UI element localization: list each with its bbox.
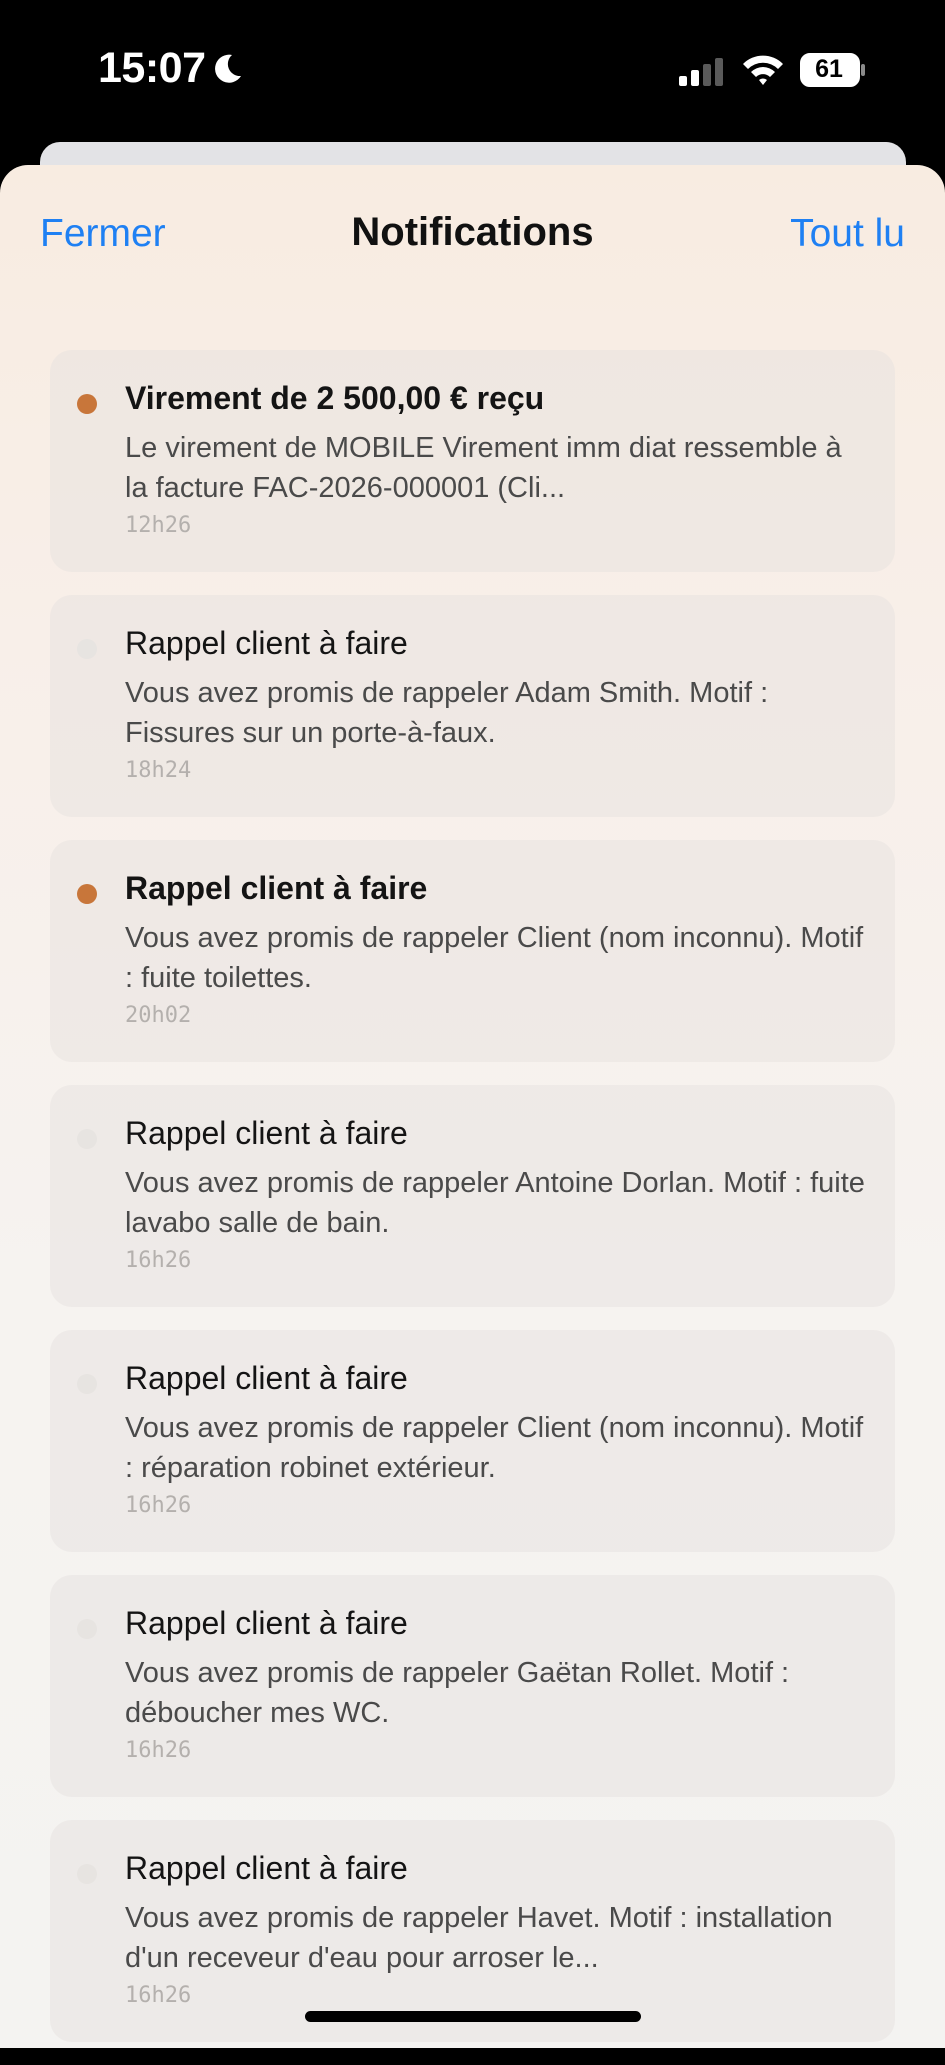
notification-title: Rappel client à faire: [125, 1115, 408, 1151]
wifi-icon: [743, 55, 783, 85]
cellular-signal-icon: [679, 58, 723, 86]
unread-indicator: [77, 884, 97, 904]
read-indicator: [77, 639, 97, 659]
notification-time: 16h26: [125, 1738, 192, 1763]
notification-title: Rappel client à faire: [125, 1360, 408, 1396]
notification-item[interactable]: Rappel client à faire Vous avez promis d…: [50, 1820, 895, 2042]
notification-time: 20h02: [125, 1003, 192, 1028]
notification-item[interactable]: Rappel client à faire Vous avez promis d…: [50, 840, 895, 1062]
mark-all-read-button[interactable]: Tout lu: [790, 212, 905, 256]
notification-title: Rappel client à faire: [125, 1605, 408, 1641]
notification-body: Vous avez promis de rappeler Gaëtan Roll…: [125, 1657, 790, 1729]
notification-body: Vous avez promis de rappeler Adam Smith.…: [125, 677, 769, 749]
notification-item[interactable]: Rappel client à faire Vous avez promis d…: [50, 1085, 895, 1307]
notification-title: Rappel client à faire: [125, 870, 428, 906]
notification-title: Virement de 2 500,00 € reçu: [125, 380, 545, 416]
notification-time: 12h26: [125, 513, 192, 538]
status-bar: 15:07 61: [0, 0, 945, 140]
notification-time: 18h24: [125, 758, 192, 783]
unread-indicator: [77, 394, 97, 414]
battery-level: 61: [815, 55, 843, 83]
notification-body: Vous avez promis de rappeler Client (nom…: [125, 922, 864, 994]
notification-body: Vous avez promis de rappeler Havet. Moti…: [125, 1902, 833, 1974]
read-indicator: [77, 1374, 97, 1394]
read-indicator: [77, 1619, 97, 1639]
notification-time: 16h26: [125, 1493, 192, 1518]
notification-time: 16h26: [125, 1248, 192, 1273]
notification-body: Vous avez promis de rappeler Client (nom…: [125, 1412, 864, 1484]
read-indicator: [77, 1129, 97, 1149]
notification-item[interactable]: Rappel client à faire Vous avez promis d…: [50, 1330, 895, 1552]
notification-item[interactable]: Rappel client à faire Vous avez promis d…: [50, 1575, 895, 1797]
notification-item[interactable]: Rappel client à faire Vous avez promis d…: [50, 595, 895, 817]
notification-body: Le virement de MOBILE Virement imm diat …: [125, 432, 842, 504]
notification-time: 16h26: [125, 1983, 192, 2008]
notification-list: Virement de 2 500,00 € reçu Le virement …: [50, 350, 895, 2065]
notification-title: Rappel client à faire: [125, 625, 408, 661]
read-indicator: [77, 1864, 97, 1884]
status-time: 15:07: [98, 44, 206, 92]
moon-icon: [215, 54, 241, 83]
home-indicator[interactable]: [305, 2011, 641, 2022]
notification-item[interactable]: Virement de 2 500,00 € reçu Le virement …: [50, 350, 895, 572]
notification-title: Rappel client à faire: [125, 1850, 408, 1886]
notification-body: Vous avez promis de rappeler Antoine Dor…: [125, 1167, 865, 1239]
